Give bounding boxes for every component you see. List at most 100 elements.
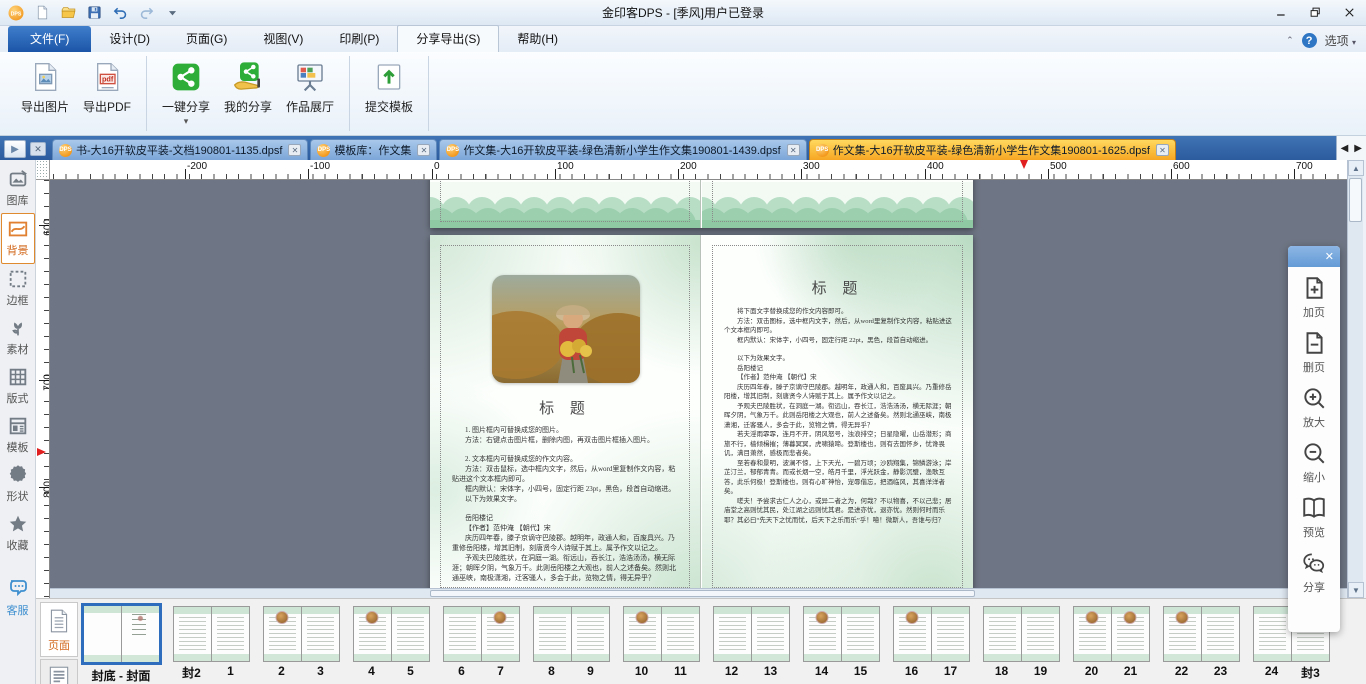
menu-item-帮助H[interactable]: 帮助(H): [499, 26, 576, 52]
page-thumbnail[interactable]: 18 19: [982, 603, 1060, 684]
sidebar-item-border[interactable]: 边框: [1, 264, 35, 313]
current-page-spread[interactable]: 标 题 1. 图片框内可替换成您的图片。 方法：右键点击图片框，删除内图，再双击图…: [430, 235, 973, 598]
page-left-title[interactable]: 标 题: [430, 397, 700, 418]
scroll-down-icon[interactable]: ▼: [1348, 582, 1364, 598]
document-tab[interactable]: DPS 模板库：作文集 ✕: [310, 139, 438, 160]
vertical-scrollbar[interactable]: ▲ ▼: [1347, 160, 1364, 598]
sidebar-item-background[interactable]: 背景: [0, 213, 35, 264]
close-tab-icon[interactable]: ✕: [1155, 144, 1169, 156]
sidebar-item-service[interactable]: 客服: [1, 572, 35, 623]
tab-scroll-right-icon[interactable]: ▶: [1354, 143, 1362, 154]
page-thumbnail[interactable]: 10 11: [622, 603, 700, 684]
ribbon-button-submit-template[interactable]: 提交模板: [358, 58, 420, 115]
float-panel-item-wechat-share[interactable]: 分享: [1288, 542, 1340, 597]
previous-page-spread[interactable]: [430, 180, 973, 228]
page-thumbnail[interactable]: 封底 - 封面: [80, 603, 162, 684]
float-panel-item-zoom-out[interactable]: 缩小: [1288, 432, 1340, 487]
page-thumbnail[interactable]: 封2 1: [172, 603, 250, 684]
new-doc-icon[interactable]: [32, 3, 52, 23]
float-panel-item-zoom-in[interactable]: 放大: [1288, 377, 1340, 432]
sidebar-item-layout-grid[interactable]: 版式: [1, 362, 35, 411]
sidebar-item-label: 模板: [6, 442, 29, 454]
ribbon-button-export-image[interactable]: 导出图片: [14, 58, 76, 115]
document-tab[interactable]: DPS 书-大16开软皮平装-文档190801-1135.dpsf ✕: [52, 139, 309, 160]
page-right-title[interactable]: 标 题: [702, 277, 973, 298]
sidebar-item-favorite[interactable]: 收藏: [1, 509, 35, 558]
page-right-textblock[interactable]: 将下面文字替换成您的作文内容即可。 方法：双击图标，选中框内文字，然后，从word…: [724, 307, 953, 584]
page-thumbnail[interactable]: 16 17: [892, 603, 970, 684]
sidebar-item-image-library[interactable]: 图库: [1, 164, 35, 213]
thumbnail-pages: [262, 606, 340, 662]
page-paragraph: 庆历四年春，滕子京谪守巴陵郡。越明年，政通人和，百废具兴。乃重修岳阳楼，增其旧制…: [724, 383, 952, 401]
ribbon-button-my-share[interactable]: 我的分享: [217, 58, 279, 115]
close-icon[interactable]: ✕: [1325, 250, 1334, 263]
page-left[interactable]: 标 题 1. 图片框内可替换成您的图片。 方法：右键点击图片框，删除内图，再双击图…: [430, 235, 701, 598]
sidebar-item-template[interactable]: 模板: [1, 411, 35, 460]
minimize-button[interactable]: [1264, 0, 1298, 25]
page-thumbnail[interactable]: 89: [532, 603, 610, 684]
layers-tool-button[interactable]: [40, 659, 78, 684]
document-icon: [46, 663, 72, 684]
close-button[interactable]: [1332, 0, 1366, 25]
scroll-up-icon[interactable]: ▲: [1348, 160, 1364, 176]
float-panel-item-add-page[interactable]: 加页: [1288, 267, 1340, 322]
page-thumbnail[interactable]: 67: [442, 603, 520, 684]
thumbnail-photo: [275, 611, 289, 624]
help-icon[interactable]: ?: [1301, 33, 1317, 48]
menu-item-视图V[interactable]: 视图(V): [245, 26, 321, 52]
close-tab-icon[interactable]: ✕: [288, 144, 302, 156]
tab-scroll-left-icon[interactable]: ◀: [1341, 143, 1349, 154]
float-panel-item-label: 放大: [1303, 417, 1325, 429]
page-thumbnail[interactable]: 45: [352, 603, 430, 684]
panel-expander-icon[interactable]: ▶: [4, 140, 26, 158]
ribbon-button-export-pdf[interactable]: pdf 导出PDF: [76, 58, 138, 115]
thumbnail-page-number: 12: [724, 664, 739, 678]
redo-icon[interactable]: [136, 3, 156, 23]
save-icon[interactable]: [84, 3, 104, 23]
menu-item-印刷P[interactable]: 印刷(P): [321, 26, 397, 52]
undo-icon[interactable]: [110, 3, 130, 23]
ribbon-button-share-green[interactable]: 一键分享 ▾: [155, 58, 217, 126]
page-thumbnail[interactable]: 22 23: [1162, 603, 1240, 684]
close-tab-icon[interactable]: ✕: [30, 142, 46, 156]
add-page-icon: [1301, 275, 1327, 301]
page-left-textblock[interactable]: 1. 图片框内可替换成您的图片。 方法：右键点击图片框，删除内图，再双击图片框插入…: [452, 425, 680, 590]
page-thumbnail[interactable]: 14 15: [802, 603, 880, 684]
float-panel-item-preview[interactable]: 预览: [1288, 487, 1340, 542]
editor-canvas[interactable]: 标 题 1. 图片框内可替换成您的图片。 方法：右键点击图片框，删除内图，再双击图…: [50, 180, 1347, 598]
menu-item-文件F[interactable]: 文件(F): [8, 26, 92, 52]
ribbon-button-label: 作品展厅: [285, 100, 334, 114]
caret-down-icon[interactable]: ▾: [184, 117, 189, 126]
menu-item-页面G[interactable]: 页面(G): [168, 26, 245, 52]
vertical-scroll-thumb[interactable]: [1349, 178, 1362, 222]
document-tab[interactable]: DPS 作文集-大16开软皮平装-绿色清新小学生作文集190801-1439.dp…: [439, 139, 807, 160]
child-photo[interactable]: [492, 275, 640, 383]
menu-item-分享导出S[interactable]: 分享导出(S): [397, 25, 500, 52]
document-tab[interactable]: DPS 作文集-大16开软皮平装-绿色清新小学生作文集190801-1625.dp…: [808, 139, 1176, 160]
sidebar-item-label: 版式: [6, 393, 29, 405]
options-button[interactable]: 选项 ▾: [1325, 32, 1356, 49]
close-tab-icon[interactable]: ✕: [786, 144, 800, 156]
horizontal-scrollbar[interactable]: [50, 588, 1347, 598]
horizontal-scroll-thumb[interactable]: [430, 590, 975, 597]
page-thumbnail[interactable]: 12 13: [712, 603, 790, 684]
caret-down-icon[interactable]: [162, 3, 182, 23]
thumbnail-labels: 89: [532, 664, 610, 678]
ribbon-button-gallery[interactable]: 作品展厅: [279, 58, 341, 115]
page-right[interactable]: 标 题 将下面文字替换成您的作文内容即可。 方法：双击图标，选中框内文字，然后，从…: [702, 235, 973, 598]
open-folder-icon[interactable]: [58, 3, 78, 23]
float-panel-item-remove-page[interactable]: 删页: [1288, 322, 1340, 377]
page-thumbnail[interactable]: 23: [262, 603, 340, 684]
pages-tool-button[interactable]: 页面: [40, 602, 78, 657]
sidebar-item-shape[interactable]: 形状: [1, 460, 35, 509]
ribbon-button-label: 一键分享: [161, 100, 210, 114]
page-thumbnail[interactable]: 20 21: [1072, 603, 1150, 684]
close-tab-icon[interactable]: ✕: [417, 144, 431, 156]
document-tab-label: 作文集-大16开软皮平装-绿色清新小学生作文集190801-1439.dpsf: [463, 145, 781, 157]
menu-item-设计D[interactable]: 设计(D): [91, 26, 168, 52]
thumbnail-page-right: [1201, 607, 1239, 661]
restore-button[interactable]: [1298, 0, 1332, 25]
sidebar-item-material[interactable]: 素材: [1, 313, 35, 362]
float-panel-header[interactable]: ✕: [1288, 246, 1340, 267]
chevron-up-icon[interactable]: ⌃: [1286, 35, 1294, 46]
